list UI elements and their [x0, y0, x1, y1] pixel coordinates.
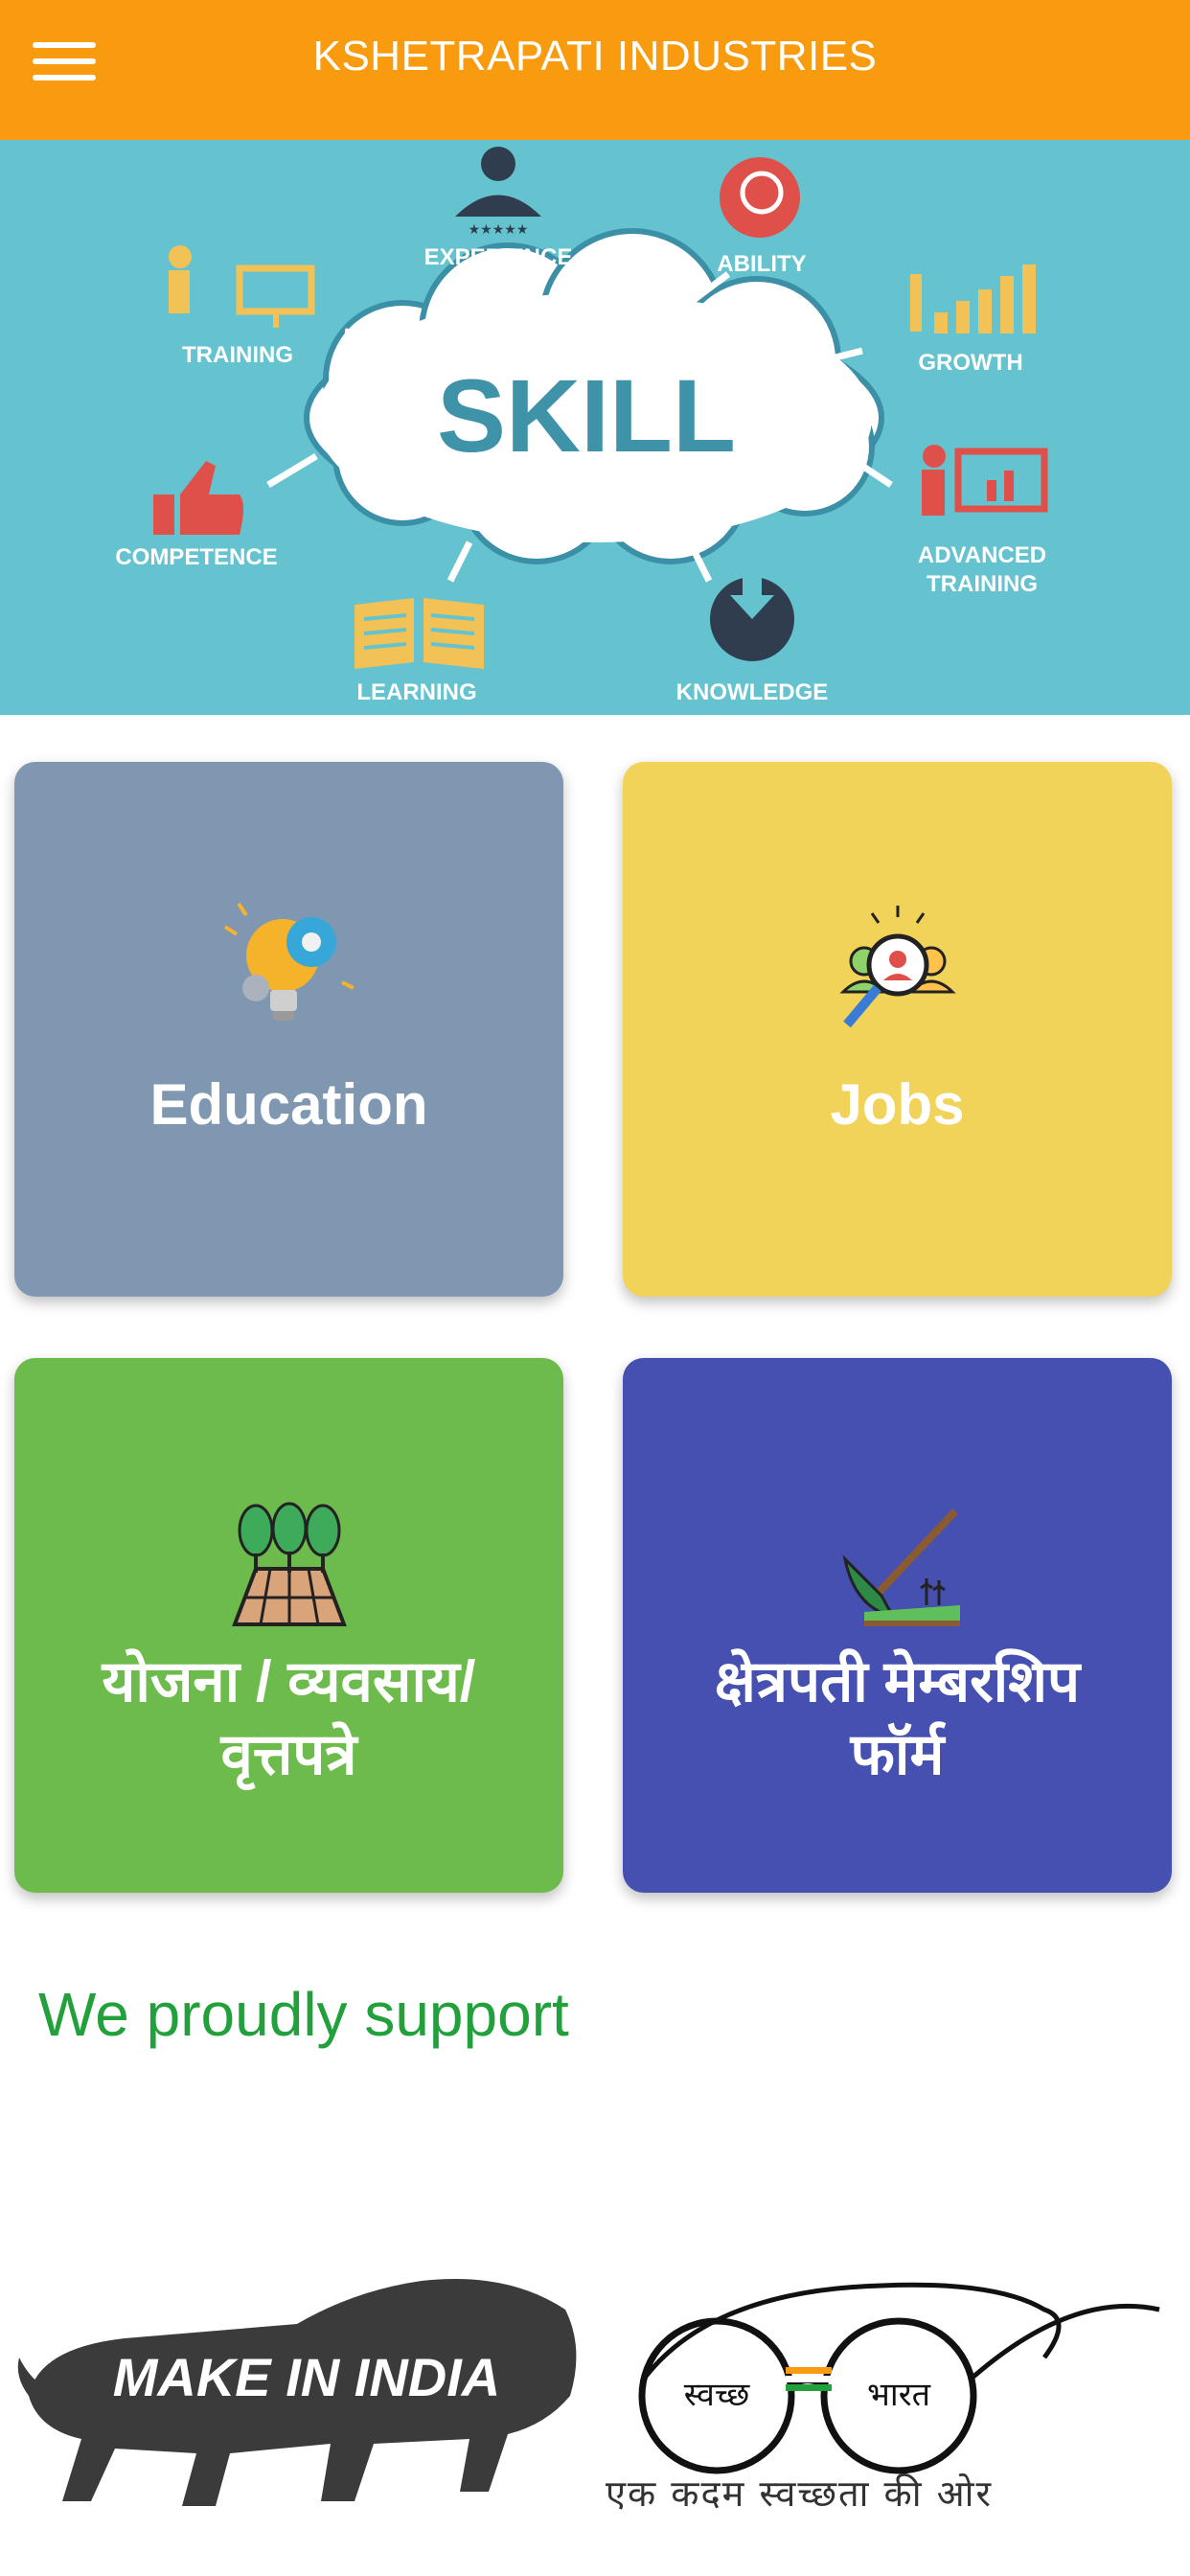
- jobs-tile[interactable]: Jobs: [623, 762, 1172, 1297]
- banner-label-experience: EXPERIENCE: [424, 244, 573, 270]
- svg-text:★★★★★: ★★★★★: [469, 221, 529, 237]
- app-bar: KSHETRAPATI INDUSTRIES: [0, 0, 1190, 140]
- banner-label-knowledge: KNOWLEDGE: [676, 679, 829, 705]
- lightbulb-gears-icon: [14, 896, 563, 1040]
- experience-icon: ★★★★★: [455, 147, 541, 237]
- yojana-label-line1: योजना / व्यवसाय/: [102, 1649, 476, 1714]
- yojana-label: योजना / व्यवसाय/ वृत्तपत्रे: [34, 1645, 544, 1791]
- banner-skill-word: SKILL: [437, 357, 736, 473]
- training-icon: [169, 245, 315, 328]
- advanced-training-icon: [922, 445, 1048, 516]
- farm-trees-icon: [14, 1492, 563, 1636]
- learning-icon: [355, 598, 484, 669]
- banner-label-competence: COMPETENCE: [115, 544, 277, 570]
- skill-banner: SKILL ★★★★★ EXPERIENCE ABILITY TRAINING …: [0, 140, 1190, 715]
- education-tile[interactable]: Education: [14, 762, 563, 1297]
- banner-label-advanced-1: ADVANCED: [918, 542, 1046, 568]
- swachh-left-text: स्वच्छ: [684, 2376, 750, 2414]
- hoe-crop-icon: [623, 1492, 1172, 1636]
- swachh-right-text: भारत: [867, 2376, 931, 2414]
- banner-label-ability: ABILITY: [717, 251, 806, 277]
- job-search-icon: [623, 896, 1172, 1040]
- yojana-label-line2: वृत्तपत्रे: [220, 1722, 357, 1786]
- make-in-india-logo: MAKE IN INDIA: [17, 2279, 577, 2506]
- support-heading: We proudly support: [38, 1980, 569, 2049]
- banner-label-advanced-2: TRAINING: [927, 571, 1038, 597]
- support-logos: MAKE IN INDIA स्वच्छ भारत: [0, 2233, 1190, 2549]
- make-in-india-text: MAKE IN INDIA: [113, 2347, 500, 2407]
- banner-label-growth: GROWTH: [918, 350, 1022, 376]
- membership-label-line2: फॉर्म: [850, 1722, 945, 1786]
- banner-label-learning: LEARNING: [356, 679, 476, 705]
- competence-icon: [153, 461, 243, 535]
- yojana-tile[interactable]: योजना / व्यवसाय/ वृत्तपत्रे: [14, 1358, 563, 1893]
- jobs-label: Jobs: [830, 1072, 965, 1137]
- app-title: KSHETRAPATI INDUSTRIES: [312, 33, 878, 80]
- membership-label-line1: क्षेत्रपती मेम्बरशिप: [714, 1649, 1081, 1714]
- education-label: Education: [149, 1072, 428, 1137]
- membership-form-tile[interactable]: क्षेत्रपती मेम्बरशिप फॉर्म: [623, 1358, 1172, 1893]
- membership-label: क्षेत्रपती मेम्बरशिप फॉर्म: [642, 1645, 1153, 1791]
- growth-icon: [910, 264, 1036, 334]
- banner-label-training: TRAINING: [182, 342, 293, 368]
- ability-icon: [720, 157, 800, 238]
- swachh-tagline: एक कदम स्वच्छता की ओर: [606, 2472, 994, 2515]
- knowledge-icon: [710, 571, 794, 661]
